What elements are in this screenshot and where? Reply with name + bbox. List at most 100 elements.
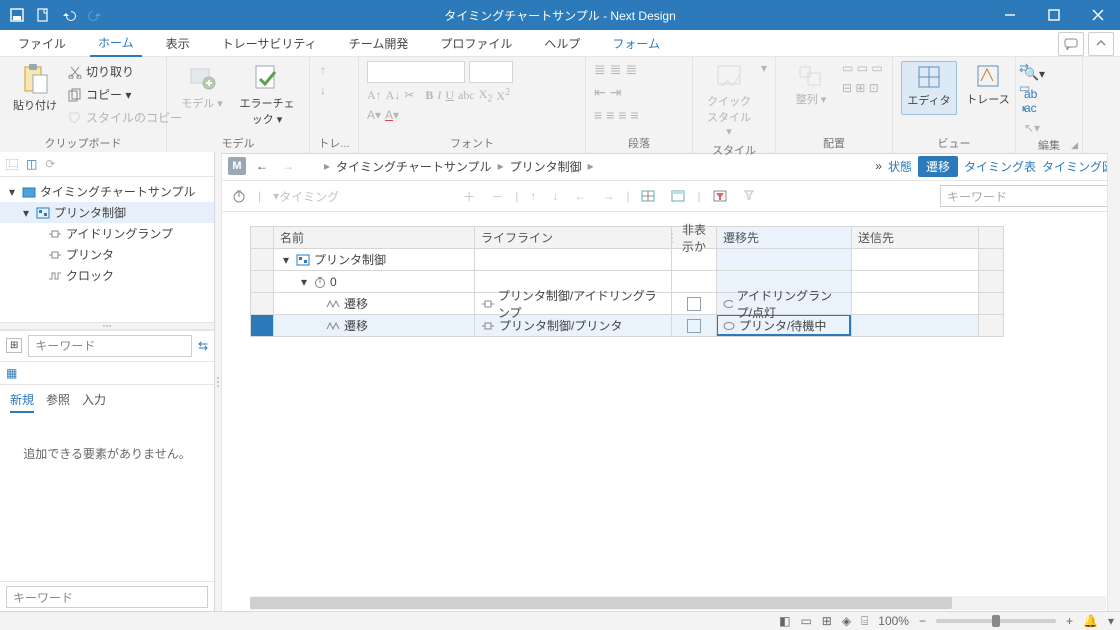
tree-item-printer[interactable]: プリンタ bbox=[0, 244, 214, 265]
sb-monitor-icon[interactable]: ⌸ bbox=[861, 614, 868, 629]
tree-refresh-icon[interactable]: ⟳ bbox=[45, 157, 55, 171]
tab-help[interactable]: ヘルプ bbox=[536, 31, 588, 56]
tab-file[interactable]: ファイル bbox=[10, 31, 74, 56]
move-up-icon[interactable]: ↑ bbox=[526, 187, 540, 205]
sidebar-bottom-search-input[interactable]: キーワード bbox=[6, 586, 208, 608]
table-row: ▾プリンタ制御 bbox=[251, 249, 1004, 271]
tree-item-clock[interactable]: クロック bbox=[0, 265, 214, 286]
save-icon[interactable] bbox=[10, 8, 24, 22]
sb-layout1-icon[interactable]: ◧ bbox=[779, 614, 790, 628]
zoom-out[interactable]: − bbox=[919, 614, 926, 628]
sidebar-tab-input[interactable]: 入力 bbox=[82, 391, 106, 413]
grid-h-scrollbar[interactable] bbox=[250, 596, 1106, 610]
hidden-checkbox[interactable] bbox=[687, 297, 701, 311]
nav-forward[interactable]: → bbox=[278, 157, 298, 175]
view-timing-chart[interactable]: タイミング図 bbox=[1042, 158, 1114, 175]
tree-item-idle-lamp[interactable]: アイドリングランプ bbox=[0, 223, 214, 244]
feedback-icon[interactable] bbox=[1058, 32, 1084, 56]
model-tree[interactable]: ▾ タイミングチャートサンプル ▾ プリンタ制御 アイドリングランプ プリンタ bbox=[0, 177, 214, 322]
add-icon[interactable]: ＋ bbox=[459, 186, 479, 207]
clear-format-icon[interactable]: ✂ bbox=[404, 88, 414, 103]
bullets-icon[interactable]: ≣ bbox=[594, 61, 606, 78]
move-left-icon[interactable]: ← bbox=[570, 187, 590, 205]
view-timing-table[interactable]: タイミング表 bbox=[964, 158, 1036, 175]
col-send[interactable]: 送信先 bbox=[852, 227, 978, 248]
trace-up[interactable]: ↑ bbox=[318, 61, 328, 79]
sync-icon[interactable]: ⇆ bbox=[198, 339, 208, 353]
zoom-slider[interactable] bbox=[936, 619, 1056, 623]
tab-traceability[interactable]: トレーサビリティ bbox=[214, 31, 325, 56]
timer-icon[interactable] bbox=[228, 187, 250, 205]
sb-layout3-icon[interactable]: ⊞ bbox=[822, 614, 832, 628]
props-icon[interactable]: ▦ bbox=[6, 366, 17, 380]
hidden-checkbox[interactable] bbox=[687, 319, 701, 333]
move-down-icon[interactable]: ↓ bbox=[548, 187, 562, 205]
col-dest[interactable]: 遷移先 bbox=[717, 227, 851, 248]
close-button[interactable] bbox=[1076, 0, 1120, 30]
replace-icon[interactable]: abac bbox=[1024, 87, 1074, 115]
move-right-icon[interactable]: → bbox=[598, 187, 618, 205]
grid-hl-icon[interactable] bbox=[637, 188, 659, 204]
nav-back[interactable]: ← bbox=[252, 157, 272, 175]
col-lifeline[interactable]: ライフライン bbox=[475, 227, 671, 248]
filter-icon[interactable]: ⊞ bbox=[6, 338, 22, 353]
sb-layers-icon[interactable]: ◈ bbox=[842, 614, 851, 628]
redo-icon[interactable] bbox=[88, 8, 102, 22]
font-color-icon[interactable]: A▾ bbox=[385, 108, 399, 122]
sb-layout2-icon[interactable]: ▭ bbox=[800, 614, 811, 628]
tab-view[interactable]: 表示 bbox=[158, 31, 198, 56]
clear-filter-icon[interactable] bbox=[739, 188, 759, 204]
find-icon[interactable]: 🔍▾ bbox=[1024, 67, 1074, 81]
pointer-icon[interactable]: ↖▾ bbox=[1024, 121, 1074, 135]
arrange-button[interactable]: 整列 ▾ bbox=[784, 61, 838, 109]
sidebar-splitter-h[interactable] bbox=[0, 322, 214, 330]
italic-icon[interactable]: I bbox=[437, 88, 441, 103]
strike-icon[interactable]: abc bbox=[458, 88, 475, 103]
tab-home[interactable]: ホーム bbox=[90, 30, 142, 57]
tree-folder-icon[interactable]: ◫ bbox=[26, 157, 37, 171]
underline-icon[interactable]: U bbox=[445, 88, 454, 103]
sidebar-splitter[interactable] bbox=[215, 152, 222, 612]
editor-view-button[interactable]: エディタ bbox=[901, 61, 957, 115]
sidebar-tab-new[interactable]: 新規 bbox=[10, 391, 34, 413]
model-button[interactable]: モデル ▾ bbox=[175, 61, 229, 129]
remove-icon[interactable]: － bbox=[487, 186, 507, 207]
bold-icon[interactable]: B bbox=[425, 88, 433, 103]
undo-icon[interactable] bbox=[62, 8, 76, 22]
sb-menu-icon[interactable]: ▾ bbox=[1108, 614, 1114, 628]
transition-grid[interactable]: 名前 ライフライン ⋮非表示か 遷移先 送信先 ▾プリンタ制御 ▾0 bbox=[250, 226, 1004, 337]
sidebar-tab-ref[interactable]: 参照 bbox=[46, 391, 70, 413]
grid-alt-icon[interactable] bbox=[667, 188, 689, 204]
trace-down[interactable]: ↓ bbox=[318, 81, 328, 99]
tab-profile[interactable]: プロファイル bbox=[432, 31, 520, 56]
breadcrumb[interactable]: ▸ タイミングチャートサンプル ▸ プリンタ制御 ▸ bbox=[322, 158, 596, 175]
maximize-button[interactable] bbox=[1032, 0, 1076, 30]
tree-search-input[interactable]: キーワード bbox=[28, 335, 192, 357]
tree-root[interactable]: ▾ タイミングチャートサンプル bbox=[0, 181, 214, 202]
decrease-font-icon[interactable]: A↓ bbox=[386, 88, 401, 103]
increase-font-icon[interactable]: A↑ bbox=[367, 88, 382, 103]
tab-team[interactable]: チーム開発 bbox=[341, 31, 417, 56]
tree-item-printer-control[interactable]: ▾ プリンタ制御 bbox=[0, 202, 214, 223]
filter-table-icon[interactable] bbox=[709, 188, 731, 204]
subscript-icon[interactable]: X2 bbox=[479, 87, 493, 104]
tree-structure-icon[interactable]: ⿺ bbox=[6, 156, 18, 173]
quick-style-button[interactable]: クイック スタイル ▾ bbox=[701, 61, 757, 140]
tab-form[interactable]: フォーム bbox=[604, 31, 668, 56]
notifications-icon[interactable]: 🔔 bbox=[1083, 614, 1098, 628]
error-check-button[interactable]: エラーチェック ▾ bbox=[233, 61, 301, 129]
view-state[interactable]: 状態 bbox=[888, 158, 912, 175]
minimize-button[interactable] bbox=[988, 0, 1032, 30]
superscript-icon[interactable]: X2 bbox=[496, 87, 510, 104]
view-transition[interactable]: 遷移 bbox=[918, 156, 958, 177]
collapse-ribbon-icon[interactable] bbox=[1088, 32, 1114, 56]
view-overflow[interactable]: » bbox=[875, 159, 882, 173]
zoom-in[interactable]: + bbox=[1066, 614, 1073, 628]
col-hidden[interactable]: 非表示か bbox=[678, 221, 710, 255]
highlight-icon[interactable]: A▾ bbox=[367, 108, 381, 122]
col-name[interactable]: 名前 bbox=[274, 227, 474, 248]
grid-search-input[interactable]: キーワード bbox=[940, 185, 1114, 207]
new-icon[interactable] bbox=[36, 8, 50, 22]
trace-view-button[interactable]: トレース bbox=[961, 61, 1015, 115]
paste-button[interactable]: 貼り付け bbox=[8, 61, 62, 128]
